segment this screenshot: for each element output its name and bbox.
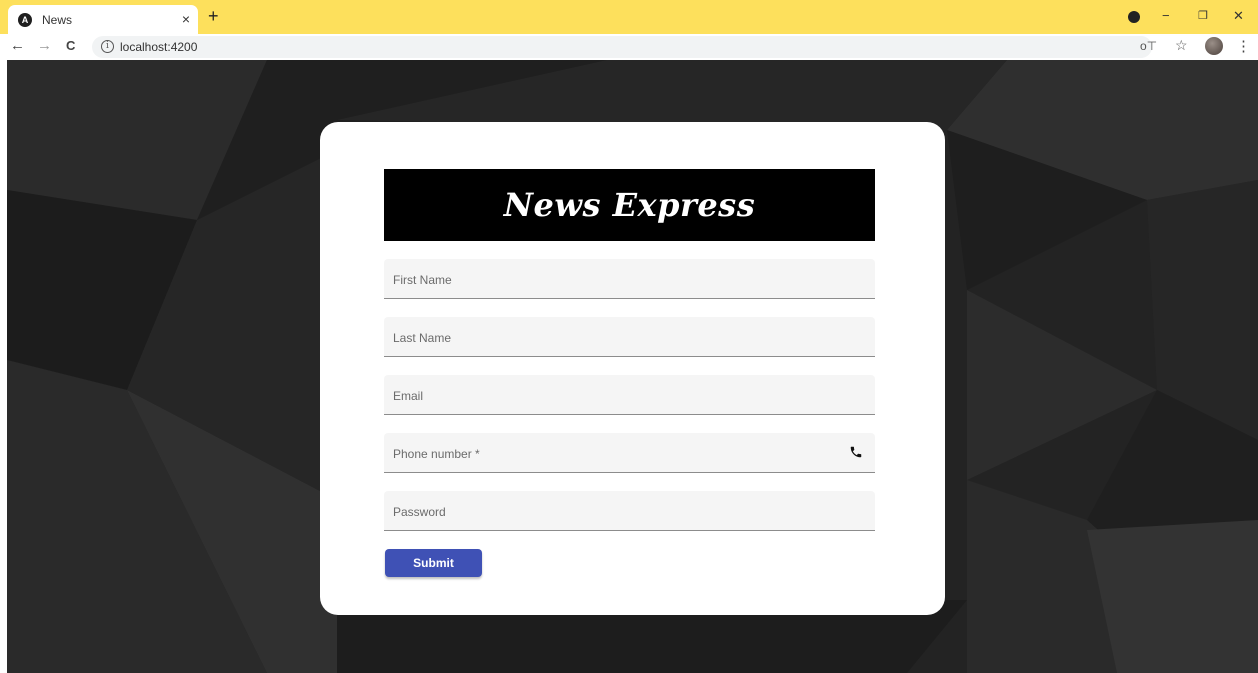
menu-icon[interactable]: ⋮ [1236,37,1251,55]
key-icon[interactable]: o⊤ [1140,39,1157,53]
last-name-label: Last Name [393,331,452,345]
tab-title: News [42,13,73,27]
email-field[interactable]: Email [384,375,875,415]
email-label: Email [393,389,424,403]
brand-banner: News Express [384,169,875,241]
tab-close-icon[interactable]: × [182,11,190,27]
last-name-field[interactable]: Last Name [384,317,875,357]
restore-button[interactable]: ❐ [1198,9,1208,22]
address-bar[interactable]: i localhost:4200 [92,36,1152,58]
phone-icon [850,446,862,458]
reload-button[interactable]: C [66,37,75,55]
profile-avatar[interactable] [1205,37,1223,55]
phone-number-label: Phone number * [393,447,480,461]
bookmark-star-icon[interactable]: ☆ [1175,37,1188,54]
brand-title: News Express [503,186,756,224]
browser-tab-strip: A News × + − ❐ ✕ [0,0,1258,34]
minimize-button[interactable]: − [1162,8,1170,23]
first-name-field[interactable]: First Name [384,259,875,299]
url-text[interactable]: localhost:4200 [120,40,197,54]
browser-toolbar: ← → C i localhost:4200 o⊤ ☆ ⋮ [0,34,1258,60]
phone-number-field[interactable]: Phone number * [384,433,875,473]
new-tab-button[interactable]: + [208,7,219,25]
submit-button[interactable]: Submit [385,549,482,577]
close-window-button[interactable]: ✕ [1233,8,1244,24]
info-icon[interactable]: i [101,40,114,53]
password-label: Password [393,505,446,519]
first-name-label: First Name [393,273,452,287]
browser-tab[interactable]: A News × [8,5,198,34]
signup-card: News Express First Name Last Name Email … [320,122,945,615]
extension-icon[interactable] [1128,11,1140,23]
password-field[interactable]: Password [384,491,875,531]
angular-favicon-icon: A [18,13,32,27]
back-button[interactable]: ← [10,37,25,55]
forward-button[interactable]: → [37,37,52,55]
page-viewport: News Express First Name Last Name Email … [0,60,1258,673]
